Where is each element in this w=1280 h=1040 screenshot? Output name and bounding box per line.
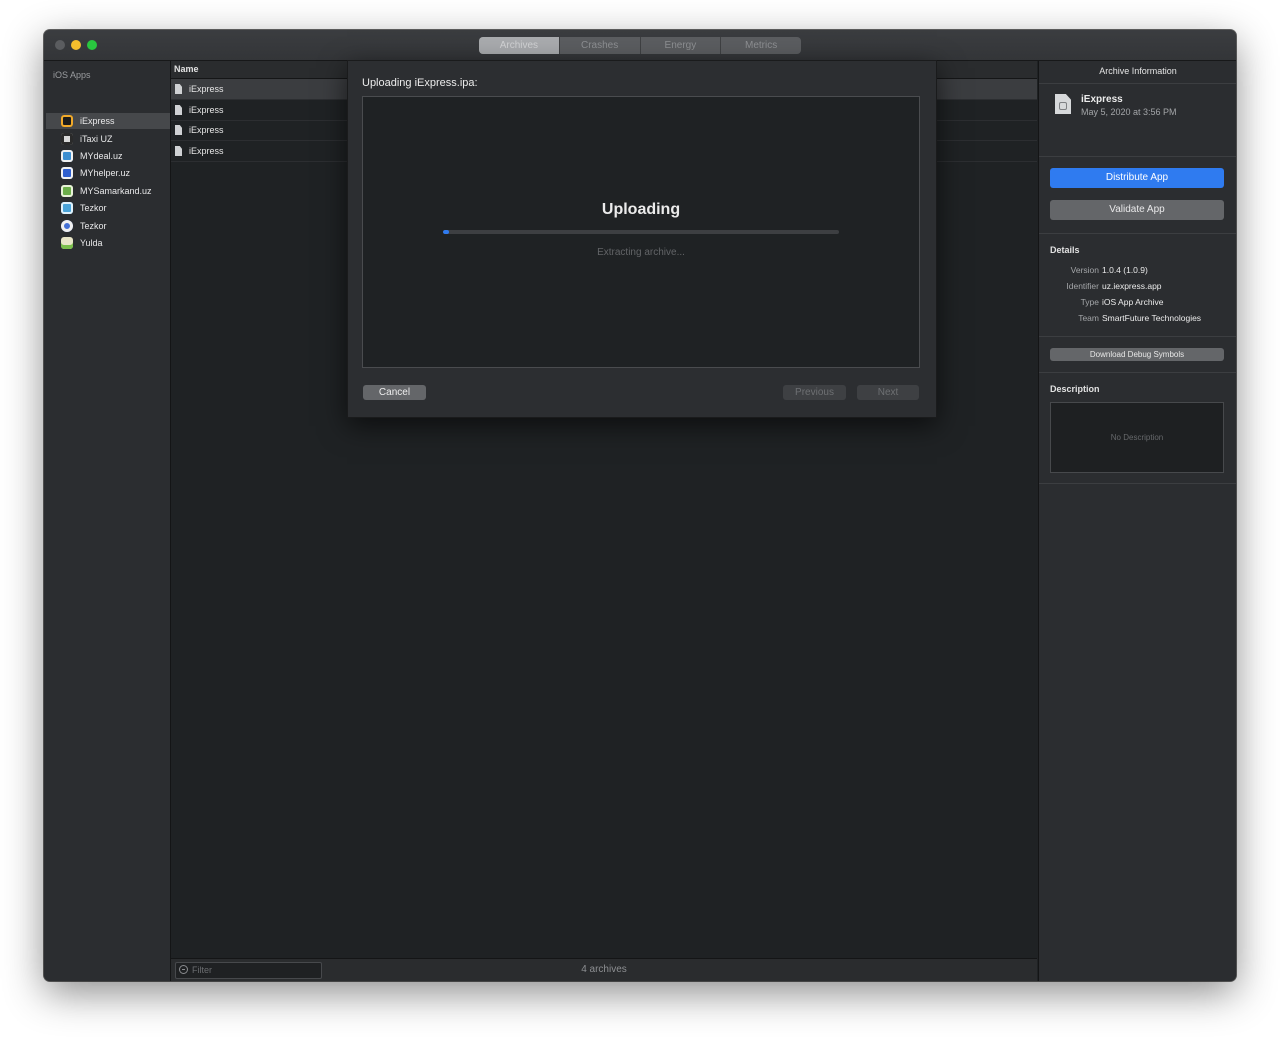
yulda-app-icon [61, 237, 73, 249]
tab-archives[interactable]: Archives [479, 37, 560, 54]
archive-file-icon [175, 84, 182, 94]
organizer-tabs: Archives Crashes Energy Metrics [479, 37, 801, 54]
tab-metrics[interactable]: Metrics [721, 37, 801, 54]
sidebar-item-myhelper[interactable]: MYhelper.uz [46, 165, 170, 181]
sidebar-item-label: iTaxi UZ [80, 134, 113, 144]
archive-row-name: iExpress [189, 105, 224, 115]
sidebar-section-header: iOS Apps [53, 70, 91, 80]
upload-sheet: Uploading iExpress.ipa: Uploading Extrac… [347, 60, 937, 418]
detail-identifier: Identifier uz.iexpress.app [1039, 281, 1236, 293]
detail-type: Type iOS App Archive [1039, 297, 1236, 309]
download-debug-symbols-button[interactable]: Download Debug Symbols [1050, 348, 1224, 361]
sidebar-item-tezkor-1[interactable]: Tezkor [46, 200, 170, 216]
sidebar-item-label: MYSamarkand.uz [80, 186, 152, 196]
detail-version: Version 1.0.4 (1.0.9) [1039, 265, 1236, 277]
divider [1039, 156, 1236, 157]
title-bar: Archives Crashes Energy Metrics [44, 30, 1236, 61]
archive-document-icon [1055, 94, 1071, 114]
tezkor-app-icon [61, 202, 73, 214]
sidebar-item-label: Yulda [80, 238, 103, 248]
archive-row-name: iExpress [189, 125, 224, 135]
upload-progress-bar [443, 230, 839, 234]
sidebar-item-label: iExpress [80, 116, 115, 126]
archive-date: May 5, 2020 at 3:56 PM [1081, 107, 1177, 117]
detail-value: 1.0.4 (1.0.9) [1102, 265, 1148, 275]
sidebar-item-label: Tezkor [80, 221, 107, 231]
detail-value: uz.iexpress.app [1102, 281, 1162, 291]
apps-sidebar: iOS Apps iExpress iTaxi UZ MYdeal.uz MYh… [44, 61, 171, 981]
archive-name: iExpress [1081, 94, 1123, 105]
upload-heading: Uploading [601, 201, 681, 218]
sheet-title: Uploading iExpress.ipa: [362, 77, 478, 89]
mydeal-app-icon [61, 150, 73, 162]
divider [1039, 336, 1236, 337]
archive-file-icon [175, 105, 182, 115]
archive-file-icon [175, 146, 182, 156]
validate-app-button[interactable]: Validate App [1050, 200, 1224, 220]
sidebar-item-yulda[interactable]: Yulda [46, 235, 170, 251]
sidebar-item-tezkor-2[interactable]: Tezkor [46, 218, 170, 234]
minimize-window-button[interactable] [71, 40, 81, 50]
divider [1039, 483, 1236, 484]
divider [1039, 233, 1236, 234]
detail-key: Identifier [1066, 281, 1099, 291]
sidebar-item-label: Tezkor [80, 203, 107, 213]
cancel-button[interactable]: Cancel [363, 385, 426, 400]
list-footer: Filter 4 archives [171, 958, 1037, 981]
tezkor-app-icon [61, 220, 73, 232]
archive-row-name: iExpress [189, 84, 224, 94]
upload-progress-panel: Uploading Extracting archive... [362, 96, 920, 368]
sidebar-item-mysamarkand[interactable]: MYSamarkand.uz [46, 183, 170, 199]
tab-energy[interactable]: Energy [641, 37, 722, 54]
sidebar-item-itaxi[interactable]: iTaxi UZ [46, 131, 170, 147]
divider [1039, 372, 1236, 373]
upload-status: Extracting archive... [597, 247, 685, 258]
archive-count: 4 archives [581, 964, 627, 975]
iexpress-app-icon [61, 115, 73, 127]
archive-row-name: iExpress [189, 146, 224, 156]
itaxi-app-icon [61, 133, 73, 145]
detail-value: SmartFuture Technologies [1102, 313, 1202, 323]
description-field[interactable]: No Description [1050, 402, 1224, 473]
detail-value: iOS App Archive [1102, 297, 1164, 307]
zoom-window-button[interactable] [87, 40, 97, 50]
details-title: Details [1050, 245, 1080, 255]
next-button[interactable]: Next [857, 385, 919, 400]
previous-button[interactable]: Previous [783, 385, 846, 400]
close-window-button[interactable] [55, 40, 65, 50]
detail-team: Team SmartFuture Technologies [1039, 313, 1236, 325]
tab-crashes[interactable]: Crashes [560, 37, 641, 54]
detail-key: Type [1080, 297, 1099, 307]
panel-title: Archive Information [1039, 61, 1236, 84]
sidebar-item-iexpress[interactable]: iExpress [46, 113, 170, 129]
archive-information-panel: Archive Information iExpress May 5, 2020… [1038, 61, 1236, 981]
distribute-app-button[interactable]: Distribute App [1050, 168, 1224, 188]
sidebar-item-label: MYhelper.uz [80, 168, 131, 178]
organizer-window: Archives Crashes Energy Metrics iOS Apps… [44, 30, 1236, 981]
mysamarkand-app-icon [61, 185, 73, 197]
column-header-label: Name [174, 64, 199, 74]
detail-key: Version [1070, 265, 1099, 275]
myhelper-app-icon [61, 167, 73, 179]
detail-key: Team [1078, 313, 1099, 323]
archive-file-icon [175, 125, 182, 135]
sidebar-item-label: MYdeal.uz [80, 151, 123, 161]
description-title: Description [1050, 384, 1100, 394]
upload-progress-fill [443, 230, 449, 234]
sidebar-item-mydeal[interactable]: MYdeal.uz [46, 148, 170, 164]
